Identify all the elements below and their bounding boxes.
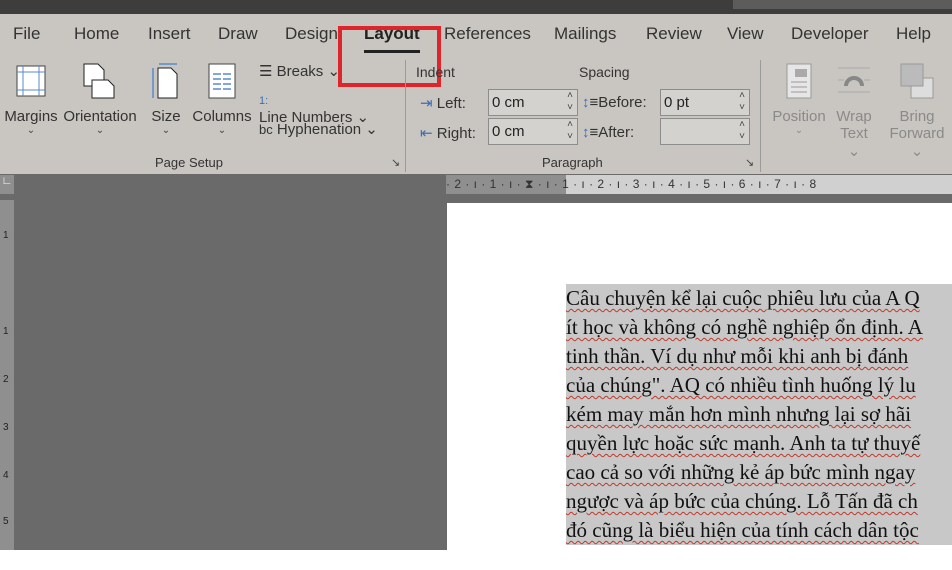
vruler-tick: 3 bbox=[3, 422, 9, 433]
vruler-tick: 2 bbox=[3, 374, 9, 385]
vertical-ruler[interactable]: 1 1 2 3 4 5 bbox=[0, 200, 14, 550]
tab-references[interactable]: References bbox=[444, 24, 531, 44]
text-line: của chúng". AQ có nhiều tình huống lý lu bbox=[566, 371, 952, 400]
text-line: ít học và không có nghề nghiệp ổn định. … bbox=[566, 313, 952, 342]
vruler-tick: 5 bbox=[3, 516, 9, 527]
bring-label: Bring bbox=[899, 108, 935, 125]
bottom-margin bbox=[0, 550, 952, 570]
hyphenation-icon: bc bbox=[259, 122, 273, 137]
spacing-before-value: 0 pt bbox=[664, 94, 690, 111]
breaks-icon: ☰ bbox=[259, 63, 273, 80]
position-icon bbox=[786, 63, 812, 99]
margins-label: Margins bbox=[4, 108, 58, 125]
position-button[interactable]: Position ⌄ bbox=[770, 62, 828, 136]
size-icon bbox=[152, 63, 178, 99]
columns-label: Columns bbox=[192, 108, 252, 125]
spacing-before-icon: ↕ bbox=[582, 94, 590, 111]
text-line: quyền lực hoặc sức mạnh. Anh ta tự thuyế bbox=[566, 429, 952, 458]
indent-right-label: ⇤ Right: bbox=[420, 124, 476, 142]
wrap-text-icon bbox=[838, 67, 870, 93]
right-text: Right: bbox=[436, 125, 476, 142]
position-label: Position bbox=[772, 108, 826, 125]
tab-home[interactable]: Home bbox=[74, 24, 119, 44]
text-line: cao cả so với những kẻ áp bức mình ngay bbox=[566, 458, 952, 487]
ribbon: File Home Insert Draw Design Layout Refe… bbox=[0, 14, 952, 174]
paragraph-launcher-icon[interactable]: ↘ bbox=[745, 156, 754, 169]
tab-draw[interactable]: Draw bbox=[218, 24, 258, 44]
line-numbers-icon: 1: bbox=[259, 95, 269, 107]
before-text: Before: bbox=[598, 94, 647, 111]
tab-insert[interactable]: Insert bbox=[148, 24, 191, 44]
indent-left-label: ⇥ Left: bbox=[420, 94, 466, 112]
bring-forward-icon bbox=[900, 63, 934, 99]
spinner-icon[interactable]: ˄ ˅ bbox=[567, 90, 573, 114]
indent-left-value: 0 cm bbox=[492, 94, 525, 111]
ruler-ticks: · 2 · ı · 1 · ı · ⧗ · ı · 1 · ı · 2 · ı … bbox=[446, 177, 817, 191]
spacing-after-label: ↕≡After: bbox=[582, 124, 635, 141]
page-setup-group-label: Page Setup bbox=[155, 155, 223, 170]
spacing-label: Spacing bbox=[579, 64, 630, 80]
size-label: Size bbox=[151, 108, 181, 125]
margins-icon bbox=[16, 65, 46, 97]
vruler-tick: 1 bbox=[3, 230, 9, 241]
wrap-text-button[interactable]: Wrap Text ⌄ bbox=[832, 62, 876, 160]
page-setup-launcher-icon[interactable]: ↘ bbox=[391, 156, 400, 169]
text-line: tinh thần. Ví dụ như mỗi khi anh bị đánh bbox=[566, 342, 952, 371]
bring-forward-button[interactable]: Bring Forward ⌄ bbox=[882, 62, 952, 160]
breaks-button[interactable]: ☰ Breaks ⌄ bbox=[259, 62, 340, 80]
orientation-icon bbox=[83, 63, 115, 99]
search-box[interactable] bbox=[733, 0, 952, 9]
vruler-tick: 1 bbox=[3, 326, 9, 337]
forward-label: Forward bbox=[889, 125, 945, 142]
hyphenation-button[interactable]: bc Hyphenation ⌄ bbox=[259, 120, 378, 138]
spacing-before-input[interactable]: 0 pt ˄ ˅ bbox=[660, 89, 750, 116]
tab-mailings[interactable]: Mailings bbox=[554, 24, 616, 44]
orientation-label: Orientation bbox=[63, 108, 137, 125]
indent-right-icon: ⇤ bbox=[420, 125, 433, 142]
text-line: ngược và áp bức của chúng. Lỗ Tấn đã ch bbox=[566, 487, 952, 516]
tab-view[interactable]: View bbox=[727, 24, 764, 44]
title-bar bbox=[0, 0, 952, 14]
spacing-before-label: ↕≡Before: bbox=[582, 94, 647, 111]
indent-left-icon: ⇥ bbox=[420, 95, 433, 112]
orientation-button[interactable]: Orientation ⌄ bbox=[62, 62, 138, 136]
after-text: After: bbox=[598, 124, 635, 141]
indent-label: Indent bbox=[416, 64, 455, 80]
indent-right-input[interactable]: 0 cm ˄ ˅ bbox=[488, 118, 578, 145]
indent-left-input[interactable]: 0 cm ˄ ˅ bbox=[488, 89, 578, 116]
hyphenation-label: Hyphenation bbox=[276, 121, 362, 138]
text-line: Câu chuyện kể lại cuộc phiêu lưu của A Q bbox=[566, 284, 952, 313]
margins-button[interactable]: Margins ⌄ bbox=[4, 62, 58, 136]
text-label: Text bbox=[840, 125, 868, 142]
spacing-after-input[interactable]: ˄ ˅ bbox=[660, 118, 750, 145]
breaks-label: Breaks bbox=[276, 63, 324, 80]
spacing-after-icon: ↕ bbox=[582, 124, 590, 141]
columns-button[interactable]: Columns ⌄ bbox=[192, 62, 252, 136]
spinner-icon[interactable]: ˄ ˅ bbox=[739, 119, 745, 143]
tab-review[interactable]: Review bbox=[646, 24, 702, 44]
divider bbox=[760, 60, 761, 172]
document-page[interactable]: Câu chuyện kể lại cuộc phiêu lưu của A Q… bbox=[447, 203, 952, 550]
divider bbox=[405, 60, 406, 172]
text-line: đó cũng là biểu hiện của tính cách dân t… bbox=[566, 516, 952, 545]
text-line: kém may mắn hơn mình nhưng lại sợ hãi bbox=[566, 400, 952, 429]
horizontal-ruler[interactable]: · 2 · ı · 1 · ı · ⧗ · ı · 1 · ı · 2 · ı … bbox=[446, 175, 952, 194]
indent-right-value: 0 cm bbox=[492, 123, 525, 140]
size-button[interactable]: Size ⌄ bbox=[148, 62, 184, 136]
tab-file[interactable]: File bbox=[13, 24, 40, 44]
tab-design[interactable]: Design bbox=[285, 24, 338, 44]
left-text: Left: bbox=[436, 95, 466, 112]
tab-help[interactable]: Help bbox=[896, 24, 931, 44]
tab-selector[interactable]: ∟ bbox=[0, 175, 14, 194]
wrap-label: Wrap bbox=[836, 108, 872, 125]
spinner-icon[interactable]: ˄ ˅ bbox=[567, 119, 573, 143]
vruler-tick: 4 bbox=[3, 470, 9, 481]
tab-developer[interactable]: Developer bbox=[791, 24, 869, 44]
paragraph-group-label: Paragraph bbox=[542, 155, 603, 170]
document-text[interactable]: Câu chuyện kể lại cuộc phiêu lưu của A Q… bbox=[566, 284, 952, 545]
spinner-icon[interactable]: ˄ ˅ bbox=[739, 90, 745, 114]
columns-icon bbox=[208, 63, 236, 99]
